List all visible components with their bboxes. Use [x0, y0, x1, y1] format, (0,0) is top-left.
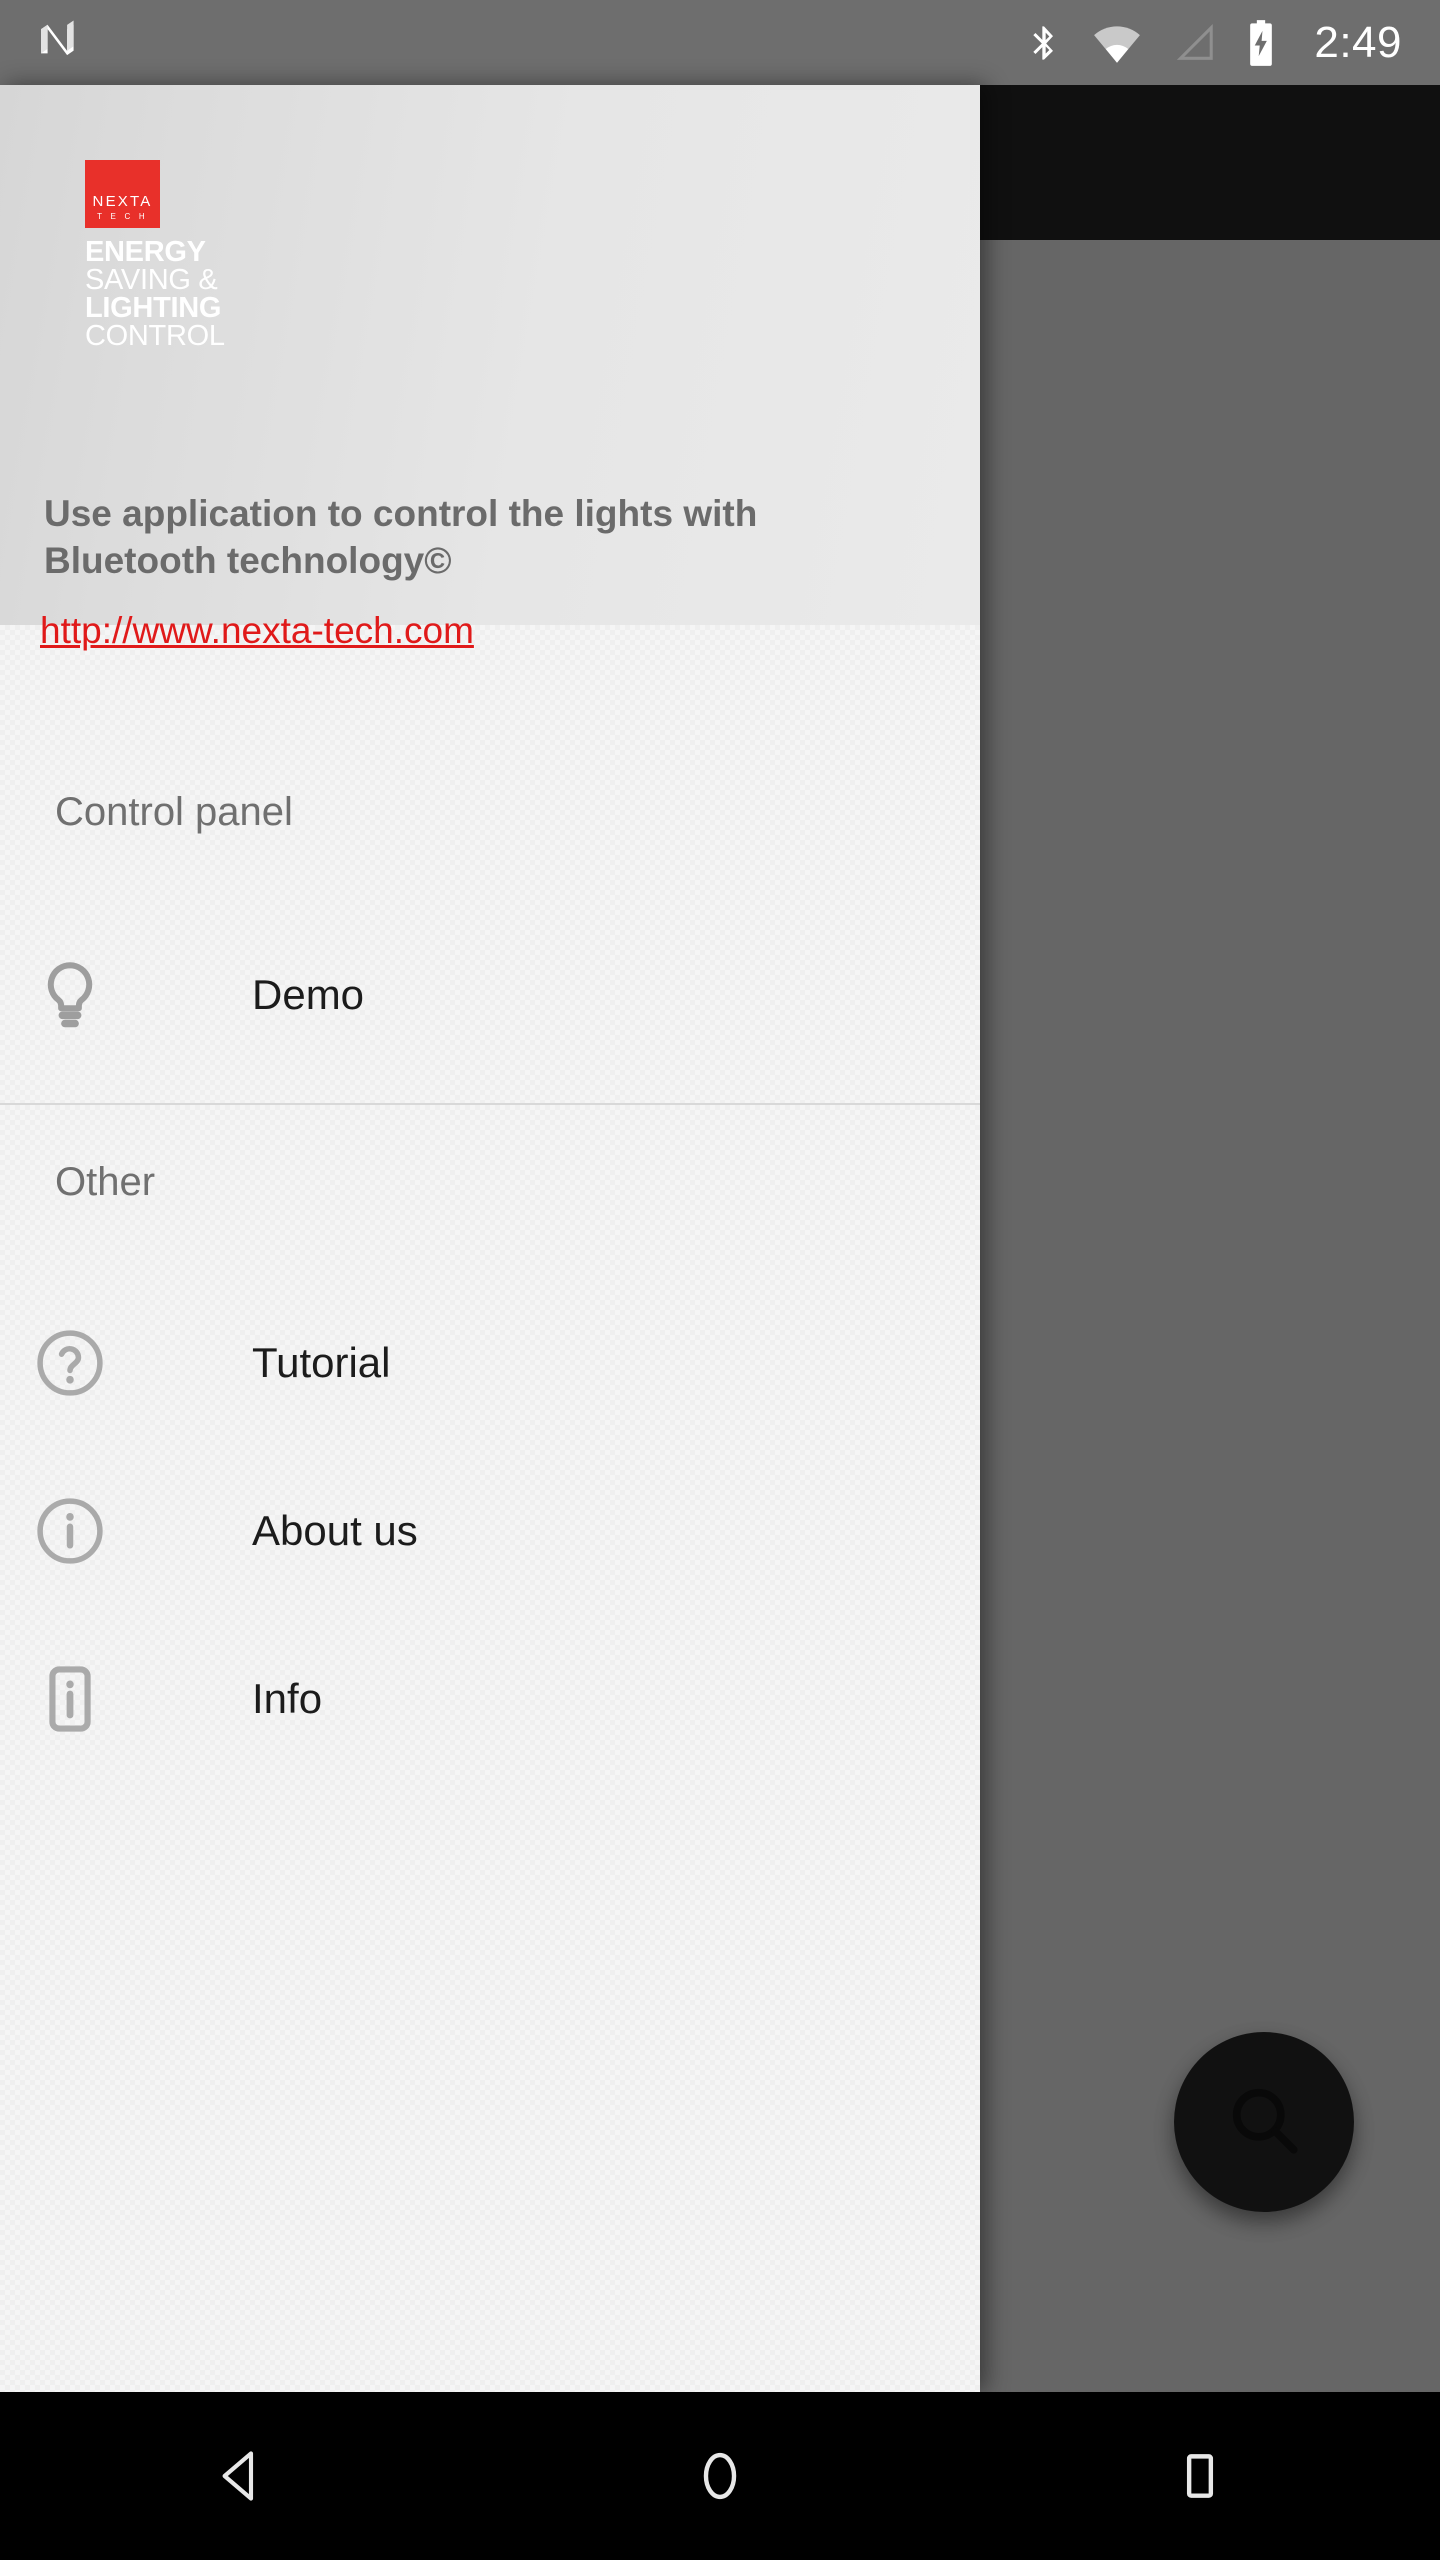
- recents-square-icon: [1169, 2445, 1231, 2507]
- tagline-line-3: LIGHTING: [85, 292, 222, 325]
- battery-charging-icon: [1244, 18, 1278, 68]
- nexta-logo: NEXTA T E C H: [85, 160, 160, 228]
- section-header-other: Other: [55, 1160, 156, 1204]
- home-button[interactable]: [620, 2392, 820, 2560]
- wifi-icon: [1092, 22, 1142, 64]
- status-bar-right: 2:49: [1024, 18, 1440, 68]
- brand-block: NEXTA T E C H ENERGY SAVING & LIGHTING C…: [85, 160, 225, 351]
- sidebar-item-label: About us: [252, 1507, 418, 1554]
- home-circle-icon: [687, 2443, 753, 2509]
- logo-subtitle: T E C H: [97, 212, 148, 221]
- tagline-line-1: ENERGY: [85, 236, 206, 268]
- bluetooth-icon: [1024, 19, 1064, 67]
- sidebar-item-about-us[interactable]: About us: [0, 1447, 980, 1615]
- cellular-signal-icon: [1170, 22, 1216, 64]
- drawer-section-divider: [0, 1103, 980, 1105]
- website-link[interactable]: http://www.nexta-tech.com: [40, 610, 474, 652]
- status-bar: 2:49: [0, 0, 1440, 85]
- sidebar-item-demo[interactable]: Demo: [0, 911, 980, 1079]
- android-n-logo-icon: [32, 14, 84, 71]
- android-navigation-bar: [0, 2392, 1440, 2560]
- section-header-control-panel: Control panel: [55, 790, 293, 834]
- recents-button[interactable]: [1100, 2392, 1300, 2560]
- navigation-drawer[interactable]: NEXTA T E C H ENERGY SAVING & LIGHTING C…: [0, 85, 980, 2392]
- help-circle-icon: [0, 1279, 140, 1447]
- tagline-line-2: SAVING &: [85, 264, 218, 297]
- drawer-header-description: Use application to control the lights wi…: [44, 493, 758, 582]
- status-bar-clock: 2:49: [1314, 17, 1402, 67]
- drawer-header: NEXTA T E C H ENERGY SAVING & LIGHTING C…: [0, 85, 980, 651]
- sidebar-item-tutorial[interactable]: Tutorial: [0, 1279, 980, 1447]
- back-button[interactable]: [140, 2392, 340, 2560]
- back-triangle-icon: [207, 2443, 273, 2509]
- status-bar-left: [0, 14, 84, 71]
- device-info-icon: [0, 1615, 140, 1783]
- brand-tagline: ENERGY SAVING & LIGHTING CONTROL: [85, 236, 225, 353]
- info-circle-icon: [0, 1447, 140, 1615]
- sidebar-item-label: Demo: [252, 971, 365, 1018]
- logo-name: NEXTA: [92, 193, 153, 210]
- sidebar-item-label: Tutorial: [252, 1339, 391, 1386]
- sidebar-item-info[interactable]: Info: [0, 1615, 980, 1783]
- sidebar-item-label: Info: [252, 1675, 323, 1722]
- lightbulb-icon: [0, 911, 140, 1079]
- tagline-line-4: CONTROL: [85, 320, 225, 353]
